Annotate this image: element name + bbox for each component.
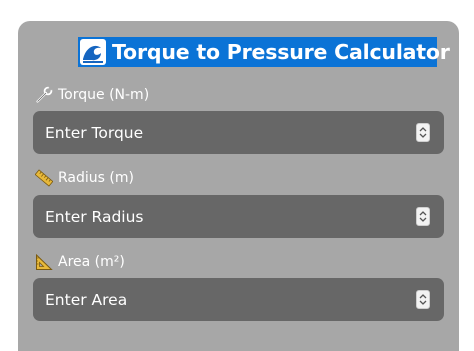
title-text: Torque to Pressure Calculator <box>112 40 450 64</box>
area-field[interactable] <box>33 278 444 321</box>
ruler-icon <box>34 169 54 187</box>
triangle-ruler-icon <box>34 253 54 271</box>
area-stepper[interactable] <box>416 290 430 309</box>
stepper-arrows-icon[interactable] <box>419 126 427 139</box>
torque-field[interactable] <box>33 111 444 154</box>
torque-input[interactable] <box>33 111 403 154</box>
radius-label: Radius (m) <box>34 169 134 187</box>
area-label-text: Area (m²) <box>58 254 125 270</box>
stepper-arrows-icon[interactable] <box>419 210 427 223</box>
torque-stepper[interactable] <box>416 123 430 142</box>
page-title: Torque to Pressure Calculator <box>78 37 450 67</box>
radius-stepper[interactable] <box>416 207 430 226</box>
radius-input[interactable] <box>33 195 403 238</box>
torque-label: Torque (N-m) <box>34 86 149 104</box>
area-label: Area (m²) <box>34 253 125 271</box>
radius-label-text: Radius (m) <box>58 170 134 186</box>
stepper-arrows-icon[interactable] <box>419 293 427 306</box>
calculator-card: Torque to Pressure Calculator Torque (N-… <box>18 21 459 351</box>
wave-icon <box>80 37 106 67</box>
torque-label-text: Torque (N-m) <box>58 87 150 103</box>
radius-field[interactable] <box>33 195 444 238</box>
wrench-icon <box>34 86 54 104</box>
area-input[interactable] <box>33 278 403 321</box>
